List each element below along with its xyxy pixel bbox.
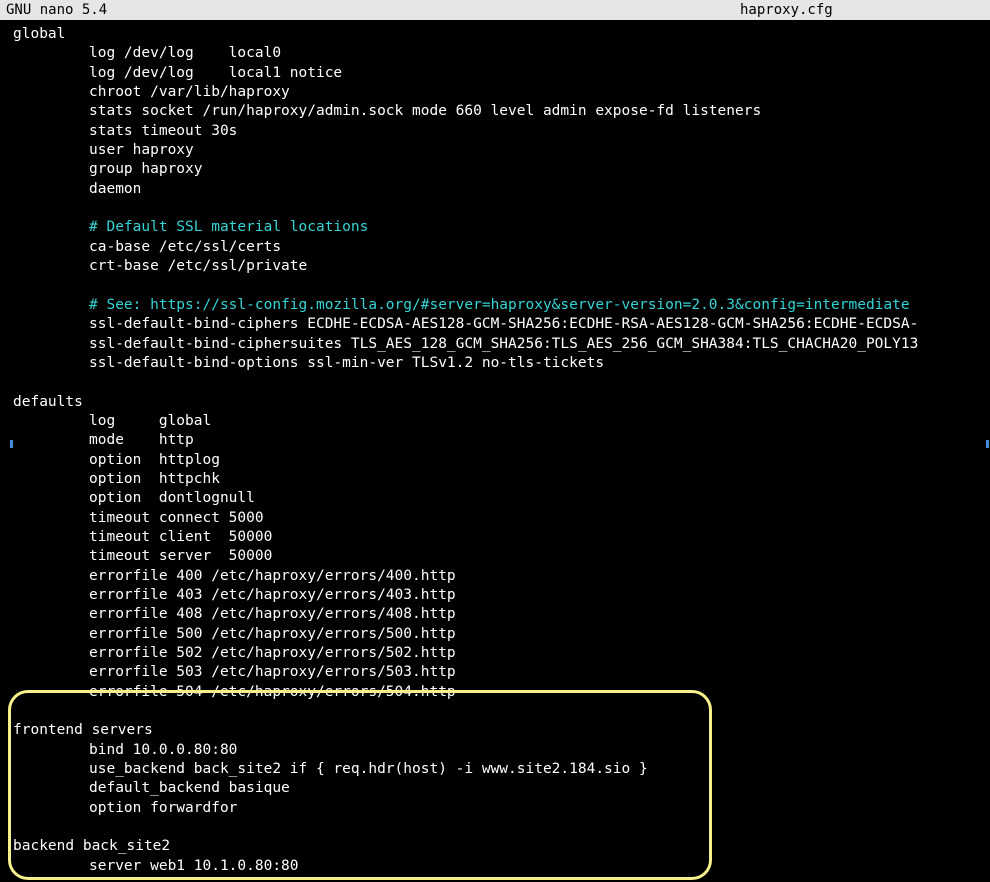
config-line[interactable]: errorfile 408 /etc/haproxy/errors/408.ht… bbox=[13, 605, 990, 624]
line-text: ca-base /etc/ssl/certs bbox=[89, 238, 282, 255]
config-line[interactable]: bind 10.0.0.80:80 bbox=[13, 741, 990, 760]
config-line[interactable]: default_backend basique bbox=[13, 779, 990, 798]
line-text: log global bbox=[89, 412, 212, 429]
line-text: default_backend basique bbox=[89, 780, 290, 797]
line-text: use_backend back_site2 if { req.hdr(host… bbox=[89, 761, 648, 778]
config-line[interactable]: use_backend back_site2 if { req.hdr(host… bbox=[13, 760, 990, 779]
config-line[interactable]: option forwardfor bbox=[13, 799, 990, 818]
config-line[interactable]: global bbox=[13, 25, 990, 44]
line-text: group haproxy bbox=[89, 161, 203, 178]
line-text: defaults bbox=[13, 393, 83, 410]
line-text: timeout connect 5000 bbox=[89, 509, 264, 526]
config-line[interactable]: log /dev/log local0 bbox=[13, 44, 990, 63]
config-line[interactable]: errorfile 503 /etc/haproxy/errors/503.ht… bbox=[13, 663, 990, 682]
line-text: errorfile 504 /etc/haproxy/errors/504.ht… bbox=[89, 683, 456, 700]
line-text: mode http bbox=[89, 432, 194, 449]
left-scroll-marker bbox=[10, 440, 13, 448]
line-text: errorfile 502 /etc/haproxy/errors/502.ht… bbox=[89, 645, 456, 661]
config-line[interactable]: ca-base /etc/ssl/certs bbox=[13, 238, 990, 257]
config-line[interactable]: log global bbox=[13, 412, 990, 431]
config-line[interactable]: ssl-default-bind-options ssl-min-ver TLS… bbox=[13, 354, 990, 373]
line-text: server web2 10.1.0.81:80 backup bbox=[89, 877, 360, 880]
line-text: crt-base /etc/ssl/private bbox=[89, 258, 308, 275]
config-line[interactable]: option httpchk bbox=[13, 470, 990, 489]
config-line[interactable]: timeout connect 5000 bbox=[13, 509, 990, 528]
config-comment-line[interactable]: # See: https://ssl-config.mozilla.org/#s… bbox=[13, 296, 990, 315]
line-text: log /dev/log local0 bbox=[89, 45, 282, 62]
config-line[interactable]: server web2 10.1.0.81:80 backup bbox=[13, 876, 990, 880]
line-text: stats timeout 30s bbox=[89, 122, 238, 139]
config-line[interactable] bbox=[13, 818, 990, 837]
config-line[interactable]: daemon bbox=[13, 180, 990, 199]
config-line[interactable]: option dontlognull bbox=[13, 489, 990, 508]
config-line[interactable]: chroot /var/lib/haproxy bbox=[13, 83, 990, 102]
line-text: ssl-default-bind-options ssl-min-ver TLS… bbox=[89, 354, 605, 371]
config-line[interactable] bbox=[13, 276, 990, 295]
line-text: stats socket /run/haproxy/admin.sock mod… bbox=[89, 103, 762, 120]
line-text: errorfile 503 /etc/haproxy/errors/503.ht… bbox=[89, 664, 456, 681]
config-line[interactable]: mode http bbox=[13, 431, 990, 450]
config-line[interactable]: user haproxy bbox=[13, 141, 990, 160]
line-text: option dontlognull bbox=[89, 490, 255, 507]
line-text: global bbox=[13, 26, 66, 42]
config-line[interactable]: errorfile 502 /etc/haproxy/errors/502.ht… bbox=[13, 644, 990, 663]
line-text: errorfile 408 /etc/haproxy/errors/408.ht… bbox=[89, 606, 456, 623]
line-text: # See: https://ssl-config.mozilla.org/#s… bbox=[89, 296, 910, 313]
line-text: daemon bbox=[89, 180, 142, 197]
editor-version-label: GNU nano 5.4 bbox=[6, 2, 108, 18]
line-text: log /dev/log local1 notice bbox=[89, 64, 343, 81]
config-line[interactable]: timeout client 50000 bbox=[13, 528, 990, 547]
nano-title-bar: GNU nano 5.4 haproxy.cfg bbox=[0, 0, 990, 20]
config-line[interactable]: stats timeout 30s bbox=[13, 122, 990, 141]
config-line[interactable] bbox=[13, 702, 990, 721]
config-line[interactable]: log /dev/log local1 notice bbox=[13, 64, 990, 83]
config-line[interactable]: errorfile 500 /etc/haproxy/errors/500.ht… bbox=[13, 625, 990, 644]
open-filename: haproxy.cfg bbox=[740, 2, 833, 18]
line-text: option httplog bbox=[89, 451, 220, 468]
line-text: server web1 10.1.0.80:80 bbox=[89, 857, 299, 874]
config-line[interactable]: crt-base /etc/ssl/private bbox=[13, 257, 990, 276]
line-text: frontend servers bbox=[13, 722, 153, 739]
line-text: user haproxy bbox=[89, 142, 194, 159]
line-text: errorfile 403 /etc/haproxy/errors/403.ht… bbox=[89, 586, 456, 603]
right-scroll-marker bbox=[986, 440, 989, 448]
line-text: timeout client 50000 bbox=[89, 528, 273, 545]
config-line[interactable] bbox=[13, 373, 990, 392]
config-comment-line[interactable]: # Default SSL material locations bbox=[13, 218, 990, 237]
config-line[interactable]: stats socket /run/haproxy/admin.sock mod… bbox=[13, 102, 990, 121]
line-text: option httpchk bbox=[89, 470, 220, 487]
line-text: chroot /var/lib/haproxy bbox=[89, 84, 290, 101]
config-line[interactable]: ssl-default-bind-ciphers ECDHE-ECDSA-AES… bbox=[13, 315, 990, 334]
line-text: ssl-default-bind-ciphers ECDHE-ECDSA-AES… bbox=[89, 316, 919, 333]
line-text: option forwardfor bbox=[89, 799, 238, 816]
config-line[interactable] bbox=[13, 199, 990, 218]
config-line[interactable]: frontend servers bbox=[13, 721, 990, 740]
config-line[interactable]: errorfile 504 /etc/haproxy/errors/504.ht… bbox=[13, 683, 990, 702]
config-line[interactable]: ssl-default-bind-ciphersuites TLS_AES_12… bbox=[13, 335, 990, 354]
config-line[interactable]: group haproxy bbox=[13, 160, 990, 179]
line-text: bind 10.0.0.80:80 bbox=[89, 741, 238, 758]
text-editing-area[interactable]: global log /dev/log local0 log /dev/log lo… bbox=[13, 25, 990, 880]
config-line[interactable]: errorfile 400 /etc/haproxy/errors/400.ht… bbox=[13, 567, 990, 586]
line-text: # Default SSL material locations bbox=[89, 219, 369, 236]
config-line[interactable]: errorfile 403 /etc/haproxy/errors/403.ht… bbox=[13, 586, 990, 605]
config-line[interactable]: timeout server 50000 bbox=[13, 547, 990, 566]
line-text: errorfile 400 /etc/haproxy/errors/400.ht… bbox=[89, 567, 456, 584]
config-line[interactable]: defaults bbox=[13, 393, 990, 412]
line-text: timeout server 50000 bbox=[89, 548, 273, 565]
config-line[interactable]: backend back_site2 bbox=[13, 837, 990, 856]
config-line[interactable]: option httplog bbox=[13, 451, 990, 470]
line-text: errorfile 500 /etc/haproxy/errors/500.ht… bbox=[89, 625, 456, 642]
line-text: ssl-default-bind-ciphersuites TLS_AES_12… bbox=[89, 335, 919, 352]
config-line[interactable]: server web1 10.1.0.80:80 bbox=[13, 857, 990, 876]
line-text: backend back_site2 bbox=[13, 838, 171, 855]
